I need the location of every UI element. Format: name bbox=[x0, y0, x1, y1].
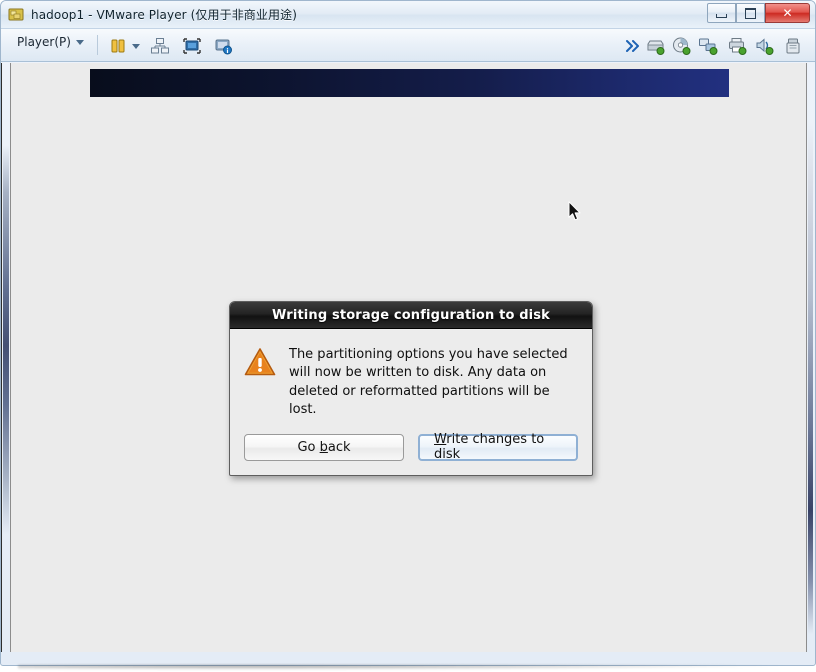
pause-vm-icon[interactable] bbox=[108, 36, 128, 56]
close-button[interactable]: ✕ bbox=[765, 3, 810, 23]
player-menu-button[interactable]: Player(P) bbox=[17, 35, 84, 49]
maximize-icon bbox=[737, 4, 764, 22]
printer-icon[interactable] bbox=[727, 36, 747, 56]
guest-left-grab-strip[interactable] bbox=[3, 63, 9, 652]
write-changes-label: Write changes to disk bbox=[434, 432, 545, 463]
full-screen-icon[interactable] bbox=[182, 36, 202, 56]
go-back-button[interactable]: Go back bbox=[244, 433, 404, 461]
anaconda-installer-banner bbox=[90, 69, 729, 97]
mouse-pointer bbox=[568, 201, 582, 222]
warning-triangle-icon bbox=[244, 347, 276, 381]
write-changes-button[interactable]: Write changes to disk bbox=[418, 432, 578, 463]
toolbar-separator bbox=[97, 35, 98, 55]
dialog-titlebar: Writing storage configuration to disk bbox=[230, 302, 592, 329]
writing-storage-dialog: Writing storage configuration to disk Th… bbox=[229, 301, 593, 476]
network-adapter-icon[interactable] bbox=[698, 36, 718, 56]
guest-right-grab-strip[interactable] bbox=[808, 63, 813, 652]
vmware-app-icon bbox=[8, 6, 25, 23]
minimize-icon bbox=[708, 4, 735, 22]
vm-guest-screen[interactable]: Writing storage configuration to disk Th… bbox=[10, 63, 806, 652]
unity-mode-icon[interactable] bbox=[150, 36, 170, 56]
window-drop-shadow bbox=[18, 665, 798, 670]
dialog-body: The partitioning options you have select… bbox=[230, 329, 592, 420]
pause-dropdown-icon[interactable] bbox=[129, 36, 143, 56]
svg-text:i: i bbox=[226, 47, 228, 55]
dialog-actions: Go back Write changes to disk bbox=[230, 419, 592, 475]
guest-left-border bbox=[1, 63, 2, 652]
hard-disk-icon[interactable] bbox=[645, 36, 665, 56]
vmware-toolbar: Player(P) i bbox=[1, 29, 815, 62]
dialog-title: Writing storage configuration to disk bbox=[272, 307, 550, 323]
close-icon: ✕ bbox=[782, 6, 793, 20]
dialog-message: The partitioning options you have select… bbox=[289, 347, 568, 418]
maximize-button[interactable] bbox=[736, 3, 765, 23]
go-back-label: Go back bbox=[297, 439, 351, 455]
guest-right-border bbox=[806, 63, 807, 652]
minimize-button[interactable] bbox=[707, 3, 736, 23]
overflow-chevrons-icon[interactable] bbox=[623, 36, 643, 56]
window-title: hadoop1 - VMware Player (仅用于非商业用途) bbox=[31, 8, 297, 22]
sound-card-icon[interactable] bbox=[754, 36, 774, 56]
vmware-player-window: hadoop1 - VMware Player (仅用于非商业用途) ✕ Pla… bbox=[0, 0, 816, 666]
chevron-down-icon bbox=[75, 39, 84, 45]
usb-device-icon[interactable] bbox=[783, 36, 803, 56]
cd-dvd-icon[interactable] bbox=[671, 36, 691, 56]
window-titlebar[interactable]: hadoop1 - VMware Player (仅用于非商业用途) ✕ bbox=[1, 1, 815, 29]
player-menu-label: Player(P) bbox=[17, 35, 71, 49]
help-info-icon[interactable]: i bbox=[213, 36, 233, 56]
